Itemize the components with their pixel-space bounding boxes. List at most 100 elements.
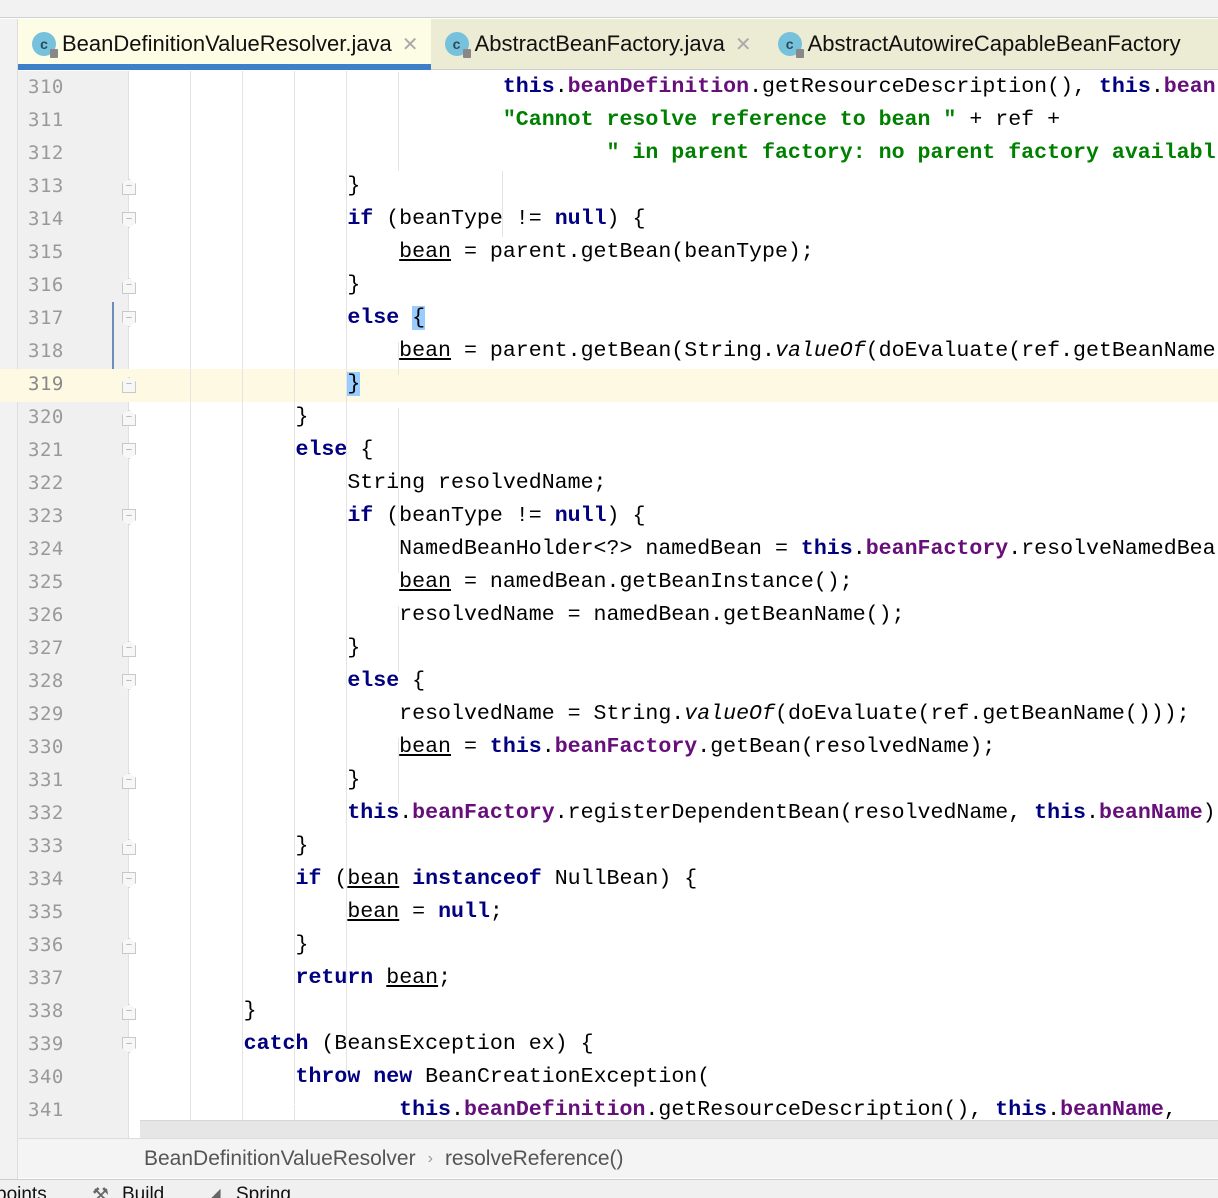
- line-number[interactable]: 332: [28, 802, 64, 824]
- code-line[interactable]: 323 − if (beanType != null) {: [0, 501, 1218, 534]
- fold-open-icon[interactable]: −: [122, 311, 136, 327]
- fold-close-icon[interactable]: −: [122, 377, 136, 393]
- code-line[interactable]: 328 − else {: [0, 666, 1218, 699]
- breadcrumb-class[interactable]: BeanDefinitionValueResolver: [144, 1147, 416, 1171]
- line-number[interactable]: 335: [28, 901, 64, 923]
- code-line[interactable]: 312 " in parent factory: no parent facto…: [0, 138, 1218, 171]
- tool-window-spring[interactable]: Spring: [236, 1184, 291, 1198]
- line-number[interactable]: 339: [28, 1033, 64, 1055]
- line-number[interactable]: 331: [28, 769, 64, 791]
- fold-close-icon[interactable]: −: [122, 641, 136, 657]
- line-number[interactable]: 321: [28, 439, 64, 461]
- tab-abstract-bean-factory[interactable]: c AbstractBeanFactory.java ✕: [431, 19, 764, 69]
- code-line[interactable]: 314 − if (beanType != null) {: [0, 204, 1218, 237]
- code-line[interactable]: 333 − }: [0, 831, 1218, 864]
- line-number[interactable]: 314: [28, 208, 64, 230]
- fold-open-icon[interactable]: −: [122, 212, 136, 228]
- code-line[interactable]: 315 bean = parent.getBean(beanType);: [0, 237, 1218, 270]
- code-line[interactable]: 316 − }: [0, 270, 1218, 303]
- line-number[interactable]: 336: [28, 934, 64, 956]
- line-number[interactable]: 316: [28, 274, 64, 296]
- line-number[interactable]: 334: [28, 868, 64, 890]
- code-line[interactable]: 321 − else {: [0, 435, 1218, 468]
- fold-close-icon[interactable]: −: [122, 839, 136, 855]
- tool-window-breakpoints[interactable]: points: [0, 1184, 47, 1198]
- fold-open-icon[interactable]: −: [122, 443, 136, 459]
- line-number[interactable]: 320: [28, 406, 64, 428]
- code-token: ): [1202, 801, 1216, 825]
- line-number[interactable]: 333: [28, 835, 64, 857]
- fold-open-icon[interactable]: −: [122, 1037, 136, 1053]
- line-number[interactable]: 327: [28, 637, 64, 659]
- line-number[interactable]: 313: [28, 175, 64, 197]
- fold-open-icon[interactable]: −: [122, 872, 136, 888]
- fold-close-icon[interactable]: −: [122, 278, 136, 294]
- code-line[interactable]: 329 resolvedName = String.valueOf(doEval…: [0, 699, 1218, 732]
- horizontal-scrollbar[interactable]: [140, 1120, 1218, 1138]
- tab-abstract-autowire-capable-bean-factory[interactable]: c AbstractAutowireCapableBeanFactory: [764, 19, 1193, 69]
- line-number[interactable]: 318: [28, 340, 64, 362]
- field: beanDefinition: [463, 1098, 646, 1122]
- line-number[interactable]: 315: [28, 241, 64, 263]
- fold-close-icon[interactable]: −: [122, 938, 136, 954]
- line-number[interactable]: 319: [28, 373, 64, 395]
- code-line[interactable]: 327 − }: [0, 633, 1218, 666]
- code-text: this.beanFactory.registerDependentBean(r…: [140, 801, 1216, 825]
- fold-close-icon[interactable]: −: [122, 1004, 136, 1020]
- line-number[interactable]: 338: [28, 1000, 64, 1022]
- code-line[interactable]: 338 − }: [0, 996, 1218, 1029]
- line-number[interactable]: 326: [28, 604, 64, 626]
- keyword: this: [489, 735, 542, 759]
- code-line[interactable]: 326 resolvedName = namedBean.getBeanName…: [0, 600, 1218, 633]
- code-line[interactable]: 330 bean = this.beanFactory.getBean(reso…: [0, 732, 1218, 765]
- code-line[interactable]: 318 bean = parent.getBean(String.valueOf…: [0, 336, 1218, 369]
- code-line[interactable]: 319 − }: [0, 369, 1218, 402]
- line-number[interactable]: 328: [28, 670, 64, 692]
- tool-window-build[interactable]: Build: [122, 1184, 164, 1198]
- close-icon[interactable]: ✕: [402, 32, 419, 57]
- code-line[interactable]: 331 − }: [0, 765, 1218, 798]
- code-line[interactable]: 310 this.beanDefinition.getResourceDescr…: [0, 72, 1218, 105]
- fold-close-icon[interactable]: −: [122, 410, 136, 426]
- code-line[interactable]: 336 − }: [0, 930, 1218, 963]
- fold-open-icon[interactable]: −: [122, 674, 136, 690]
- line-number[interactable]: 324: [28, 538, 64, 560]
- code-line[interactable]: 332 this.beanFactory.registerDependentBe…: [0, 798, 1218, 831]
- line-number[interactable]: 330: [28, 736, 64, 758]
- code-line[interactable]: 313 − }: [0, 171, 1218, 204]
- line-number[interactable]: 323: [28, 505, 64, 527]
- code-line[interactable]: 317 − else {: [0, 303, 1218, 336]
- fold-open-icon[interactable]: −: [122, 509, 136, 525]
- code-line[interactable]: 322 String resolvedName;: [0, 468, 1218, 501]
- line-number[interactable]: 329: [28, 703, 64, 725]
- code-line[interactable]: 339 − catch (BeansException ex) {: [0, 1029, 1218, 1062]
- code-line[interactable]: 324 NamedBeanHolder<?> namedBean = this.…: [0, 534, 1218, 567]
- line-number[interactable]: 340: [28, 1066, 64, 1088]
- indent-guide: [242, 71, 243, 1120]
- code-line[interactable]: 335 bean = null;: [0, 897, 1218, 930]
- line-number[interactable]: 341: [28, 1099, 64, 1121]
- line-number[interactable]: 322: [28, 472, 64, 494]
- code-line[interactable]: 325 bean = namedBean.getBeanInstance();: [0, 567, 1218, 600]
- fold-close-icon[interactable]: −: [122, 179, 136, 195]
- line-number[interactable]: 312: [28, 142, 64, 164]
- code-line[interactable]: 320 − }: [0, 402, 1218, 435]
- code-token: (beanType !=: [373, 207, 555, 231]
- fold-close-icon[interactable]: −: [122, 773, 136, 789]
- line-number[interactable]: 311: [28, 109, 64, 131]
- code-line[interactable]: 340 throw new BeanCreationException(: [0, 1062, 1218, 1095]
- code-line[interactable]: 337 return bean;: [0, 963, 1218, 996]
- close-icon[interactable]: ✕: [735, 32, 752, 57]
- line-number[interactable]: 310: [28, 76, 64, 98]
- line-number[interactable]: 317: [28, 307, 64, 329]
- code-line[interactable]: 311 "Cannot resolve reference to bean " …: [0, 105, 1218, 138]
- field: beanFactory: [865, 537, 1009, 561]
- tab-bean-definition-value-resolver[interactable]: c BeanDefinitionValueResolver.java ✕: [18, 19, 431, 70]
- code-line[interactable]: 334 − if (bean instanceof NullBean) {: [0, 864, 1218, 897]
- line-number[interactable]: 337: [28, 967, 64, 989]
- indent-guide: [502, 171, 503, 237]
- line-number[interactable]: 325: [28, 571, 64, 593]
- breadcrumb-method[interactable]: resolveReference(): [445, 1147, 624, 1171]
